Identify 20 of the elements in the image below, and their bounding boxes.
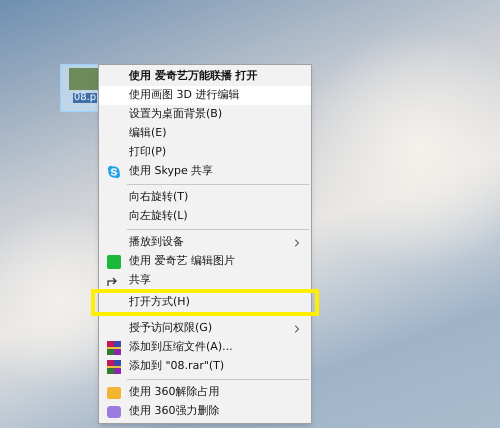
archive-icon: [107, 360, 121, 374]
menu-item[interactable]: 共享: [99, 271, 311, 290]
app-icon: [107, 254, 121, 268]
menu-item[interactable]: 使用 360解除占用: [99, 383, 311, 402]
menu-item[interactable]: 使用 爱奇艺 编辑图片: [99, 252, 311, 271]
menu-item[interactable]: 编辑(E): [99, 124, 311, 143]
menu-item[interactable]: 添加到压缩文件(A)...: [99, 338, 311, 357]
menu-item[interactable]: 向左旋转(L): [99, 207, 311, 226]
archive-icon: [107, 340, 121, 354]
menu-item[interactable]: 使用 360强力删除: [99, 402, 311, 421]
image-thumbnail: [69, 68, 101, 90]
menu-item[interactable]: 播放到设备: [99, 233, 311, 252]
menu-item[interactable]: 添加到 "08.rar"(T): [99, 357, 311, 376]
skype-icon: [107, 164, 121, 178]
menu-item[interactable]: 向右旋转(T): [99, 188, 311, 207]
menu-item[interactable]: 使用画图 3D 进行编辑: [99, 86, 311, 105]
menu-item[interactable]: 打印(P): [99, 143, 311, 162]
menu-item[interactable]: 使用 Skype 共享: [99, 162, 311, 181]
file-name: 08.p: [72, 93, 98, 103]
menu-item[interactable]: 授予访问权限(G): [99, 319, 311, 338]
